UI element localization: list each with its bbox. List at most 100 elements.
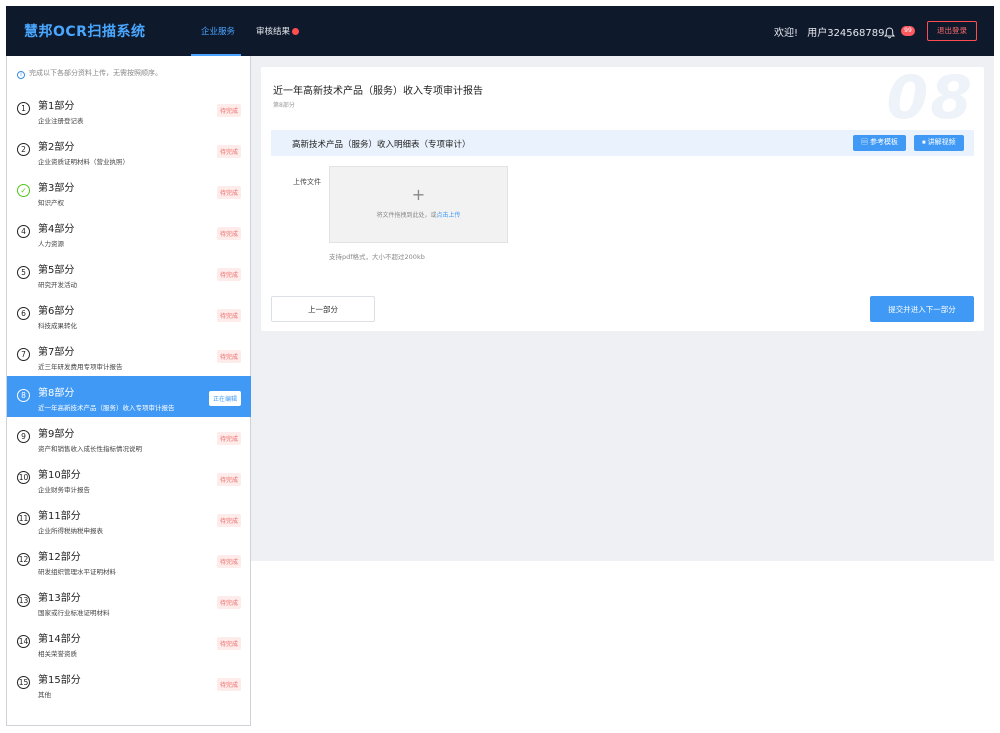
step-title: 第14部分 <box>38 634 81 645</box>
hint-text: 将文件拖拽到此处，或 <box>376 212 437 219</box>
unread-dot-icon <box>292 28 300 35</box>
status-badge: 待完成 <box>216 227 241 240</box>
status-badge: 待完成 <box>216 637 241 650</box>
welcome-text: 欢迎! 用户324568789 <box>774 24 884 39</box>
status-badge: 正在编辑 <box>208 391 241 406</box>
step-subtitle: 企业资质证明材料（营业执照） <box>38 158 129 166</box>
sidebar-item-part-14[interactable]: 14 第14部分 相关荣誉资质 待完成 <box>7 622 252 663</box>
step-title: 第8部分 <box>38 388 75 399</box>
status-badge: 待完成 <box>216 432 241 445</box>
sidebar-item-part-5[interactable]: 5 第5部分 研究开发活动 待完成 <box>7 253 252 294</box>
explanation-video-button[interactable]: ■ 讲解视频 <box>914 135 964 151</box>
sidebar-item-part-2[interactable]: 2 第2部分 企业资质证明材料（营业执照） 待完成 <box>7 130 252 171</box>
status-badge: 待完成 <box>216 268 241 281</box>
step-subtitle: 研发组织管理水平证明材料 <box>38 568 116 576</box>
status-badge: 待完成 <box>216 678 241 691</box>
upload-card: 08 近一年高新技术产品（服务）收入专项审计报告 第8部分 高新技术产品（服务）… <box>261 67 984 331</box>
status-badge: 待完成 <box>216 104 241 117</box>
part-number-watermark: 08 <box>886 67 974 133</box>
step-title: 第9部分 <box>38 429 75 440</box>
tip-text: 完成以下各部分资料上传，无需按照顺序。 <box>29 69 162 77</box>
welcome-label: 欢迎! <box>774 28 799 39</box>
previous-part-button[interactable]: 上一部分 <box>271 296 375 322</box>
step-number: 11 <box>17 512 30 525</box>
status-badge: 待完成 <box>216 514 241 527</box>
step-subtitle: 近一年高新技术产品（服务）收入专项审计报告 <box>38 404 175 412</box>
page-subtitle: 第8部分 <box>273 102 295 109</box>
upload-label: 上传文件 <box>293 178 321 186</box>
button-label: 参考模板 <box>869 139 898 146</box>
step-subtitle: 企业财务审计报告 <box>38 486 90 494</box>
step-number: 7 <box>17 348 30 361</box>
step-title: 第3部分 <box>38 183 75 194</box>
step-number: 10 <box>17 471 30 484</box>
upload-constraints: 支持pdf格式，大小不超过200kb <box>329 253 425 261</box>
sidebar-item-part-8[interactable]: 8 第8部分 近一年高新技术产品（服务）收入专项审计报告 正在编辑 <box>7 376 257 417</box>
step-title: 第6部分 <box>38 306 75 317</box>
step-title: 第11部分 <box>38 511 81 522</box>
step-number: 2 <box>17 143 30 156</box>
step-subtitle: 近三年研发费用专项审计报告 <box>38 363 123 371</box>
step-number: 12 <box>17 553 30 566</box>
step-subtitle: 国家或行业标准证明材料 <box>38 609 110 617</box>
step-subtitle: 人力资源 <box>38 240 64 248</box>
tab-label: 企业服务 <box>201 27 236 37</box>
reference-template-button[interactable]: ▤ 参考模板 <box>853 135 906 151</box>
sidebar-item-part-11[interactable]: 11 第11部分 企业所得税纳税申报表 待完成 <box>7 499 252 540</box>
user-name: 用户324568789 <box>807 28 885 39</box>
sidebar-tip: i 完成以下各部分资料上传，无需按照顺序。 <box>17 68 162 79</box>
tab-enterprise-service[interactable]: 企业服务 <box>201 25 235 37</box>
sidebar-item-part-9[interactable]: 9 第9部分 资产和销售收入成长性指标情况说明 待完成 <box>7 417 252 458</box>
status-badge: 待完成 <box>216 473 241 486</box>
step-title: 第5部分 <box>38 265 75 276</box>
sidebar-item-part-10[interactable]: 10 第10部分 企业财务审计报告 待完成 <box>7 458 252 499</box>
tab-review-results[interactable]: 审核结果 <box>256 25 300 37</box>
app-frame: 慧邦OCR扫描系统 企业服务 审核结果 欢迎! 用户324568789 99 退… <box>6 6 994 726</box>
step-number: 4 <box>17 225 30 238</box>
info-icon: i <box>17 71 25 79</box>
status-badge: 待完成 <box>216 309 241 322</box>
step-title: 第1部分 <box>38 101 75 112</box>
sidebar: i 完成以下各部分资料上传，无需按照顺序。 1 第1部分 企业注册登记表 待完成 … <box>6 56 257 726</box>
sidebar-item-part-1[interactable]: 1 第1部分 企业注册登记表 待完成 <box>7 89 252 130</box>
step-subtitle: 企业所得税纳税申报表 <box>38 527 103 535</box>
step-number: 8 <box>17 389 30 402</box>
logout-button[interactable]: 退出登录 <box>927 21 977 41</box>
plus-icon: + <box>411 185 426 204</box>
click-upload-link[interactable]: 点击上传 <box>437 212 461 219</box>
page-title: 近一年高新技术产品（服务）收入专项审计报告 <box>273 86 483 97</box>
file-dropzone[interactable]: + 将文件拖拽到此处，或点击上传 <box>329 166 508 243</box>
notification-count-badge: 99 <box>901 26 915 36</box>
step-title: 第12部分 <box>38 552 81 563</box>
step-number: 6 <box>17 307 30 320</box>
step-number: 1 <box>17 102 30 115</box>
status-badge: 待完成 <box>216 350 241 363</box>
sidebar-item-part-3[interactable]: ✓ 第3部分 知识产权 待完成 <box>7 171 252 212</box>
step-title: 第13部分 <box>38 593 81 604</box>
bell-icon[interactable] <box>883 24 896 43</box>
step-subtitle: 其他 <box>38 691 51 699</box>
section-title: 高新技术产品（服务）收入明细表（专项审计） <box>292 140 471 150</box>
sidebar-item-part-7[interactable]: 7 第7部分 近三年研发费用专项审计报告 待完成 <box>7 335 252 376</box>
step-subtitle: 企业注册登记表 <box>38 117 84 125</box>
step-number: 9 <box>17 430 30 443</box>
document-icon: ▤ <box>861 139 868 146</box>
button-label: 讲解视频 <box>927 139 956 146</box>
status-badge: 待完成 <box>216 555 241 568</box>
sidebar-item-part-12[interactable]: 12 第12部分 研发组织管理水平证明材料 待完成 <box>7 540 252 581</box>
sidebar-item-part-15[interactable]: 15 第15部分 其他 待完成 <box>7 663 252 704</box>
step-subtitle: 知识产权 <box>38 199 64 207</box>
submit-next-button[interactable]: 提交并进入下一部分 <box>870 296 974 322</box>
step-number: 5 <box>17 266 30 279</box>
step-number: 14 <box>17 635 30 648</box>
sidebar-item-part-4[interactable]: 4 第4部分 人力资源 待完成 <box>7 212 252 253</box>
section-header: 高新技术产品（服务）收入明细表（专项审计） ▤ 参考模板 ■ 讲解视频 <box>271 130 974 156</box>
step-subtitle: 资产和销售收入成长性指标情况说明 <box>38 445 142 453</box>
step-subtitle: 相关荣誉资质 <box>38 650 77 658</box>
sidebar-item-part-13[interactable]: 13 第13部分 国家或行业标准证明材料 待完成 <box>7 581 252 622</box>
tab-label: 审核结果 <box>256 27 291 37</box>
step-number: 13 <box>17 594 30 607</box>
step-number: 15 <box>17 676 30 689</box>
sidebar-item-part-6[interactable]: 6 第6部分 科技成果转化 待完成 <box>7 294 252 335</box>
step-title: 第2部分 <box>38 142 75 153</box>
